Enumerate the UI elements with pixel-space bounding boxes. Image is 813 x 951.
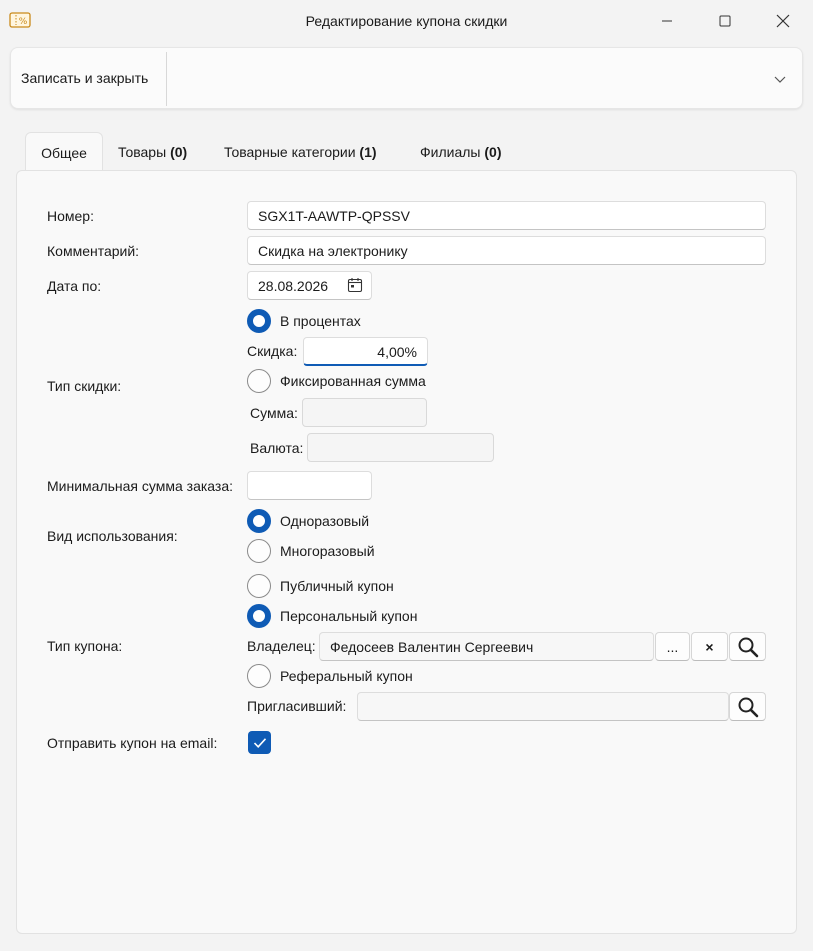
owner-clear-button[interactable]: ×: [691, 632, 728, 661]
referral-coupon-radio[interactable]: [247, 664, 271, 688]
date-label: Дата по:: [47, 278, 102, 294]
discount-type-label: Тип скидки:: [47, 378, 122, 394]
search-icon: [738, 637, 758, 657]
tab-general-label: Общее: [41, 145, 87, 161]
personal-coupon-radio[interactable]: [247, 604, 271, 628]
single-use-radio[interactable]: [247, 509, 271, 533]
inviter-search-button[interactable]: [729, 692, 766, 721]
single-use-option-label: Одноразовый: [280, 513, 370, 529]
currency-label: Валюта:: [250, 440, 304, 456]
tab-products[interactable]: Товары (0): [118, 132, 187, 170]
owner-select-button[interactable]: ...: [655, 632, 690, 661]
tab-branches[interactable]: Филиалы (0): [420, 132, 502, 170]
maximize-icon: [719, 15, 731, 27]
usage-label: Вид использования:: [47, 528, 178, 544]
sum-label: Сумма:: [250, 405, 298, 421]
public-coupon-radio[interactable]: [247, 574, 271, 598]
tab-product-categories-label: Товарные категории: [224, 144, 356, 160]
percent-option-label: В процентах: [280, 313, 361, 329]
minimize-icon: [662, 20, 672, 22]
search-icon: [738, 697, 758, 717]
general-panel: [16, 170, 797, 934]
maximize-button[interactable]: [702, 6, 748, 36]
inviter-field[interactable]: [357, 692, 729, 721]
close-icon: [776, 14, 790, 28]
fixed-option-label: Фиксированная сумма: [280, 373, 426, 389]
min-order-label: Минимальная сумма заказа:: [47, 478, 234, 494]
percent-radio[interactable]: [247, 309, 271, 333]
currency-field[interactable]: [307, 433, 494, 462]
number-label: Номер:: [47, 208, 94, 224]
tab-general[interactable]: Общее: [25, 132, 103, 170]
discount-field[interactable]: 4,00%: [303, 337, 428, 366]
comment-field[interactable]: Скидка на электронику: [247, 236, 766, 265]
min-order-field[interactable]: [247, 471, 372, 500]
date-value: 28.08.2026: [258, 278, 329, 294]
discount-label: Скидка:: [247, 343, 298, 359]
calendar-icon[interactable]: [347, 277, 363, 293]
window-title: Редактирование купона скидки: [305, 13, 508, 29]
sum-field[interactable]: [302, 398, 427, 427]
tab-product-categories[interactable]: Товарные категории (1): [224, 132, 377, 170]
owner-field[interactable]: Федосеев Валентин Сергеевич: [319, 632, 654, 661]
send-email-checkbox[interactable]: [248, 731, 271, 754]
close-button[interactable]: [760, 6, 806, 36]
inviter-label: Пригласивший:: [247, 698, 347, 714]
minimize-button[interactable]: [644, 6, 690, 36]
save-and-close-button[interactable]: Записать и закрыть: [21, 70, 148, 86]
personal-option-label: Персональный купон: [280, 608, 418, 624]
title-bar: % Редактирование купона скидки: [0, 0, 813, 44]
multi-use-radio[interactable]: [247, 539, 271, 563]
referral-option-label: Реферальный купон: [280, 668, 413, 684]
toolbar: Записать и закрыть: [10, 47, 803, 109]
tab-branches-count: (0): [484, 144, 502, 160]
number-field[interactable]: SGX1T-AAWTP-QPSSV: [247, 201, 766, 230]
public-option-label: Публичный купон: [280, 578, 394, 594]
chevron-down-icon[interactable]: [773, 74, 787, 84]
toolbar-divider: [166, 52, 167, 106]
fixed-sum-radio[interactable]: [247, 369, 271, 393]
multi-use-option-label: Многоразовый: [280, 543, 375, 559]
tab-products-label: Товары: [118, 144, 167, 160]
checkmark-icon: [253, 737, 266, 748]
coupon-type-label: Тип купона:: [47, 638, 123, 654]
send-email-label: Отправить купон на email:: [47, 735, 218, 751]
tab-products-count: (0): [170, 144, 188, 160]
owner-label: Владелец:: [247, 638, 316, 654]
comment-label: Комментарий:: [47, 243, 140, 259]
tab-branches-label: Филиалы: [420, 144, 481, 160]
owner-search-button[interactable]: [729, 632, 766, 661]
tab-product-categories-count: (1): [359, 144, 377, 160]
